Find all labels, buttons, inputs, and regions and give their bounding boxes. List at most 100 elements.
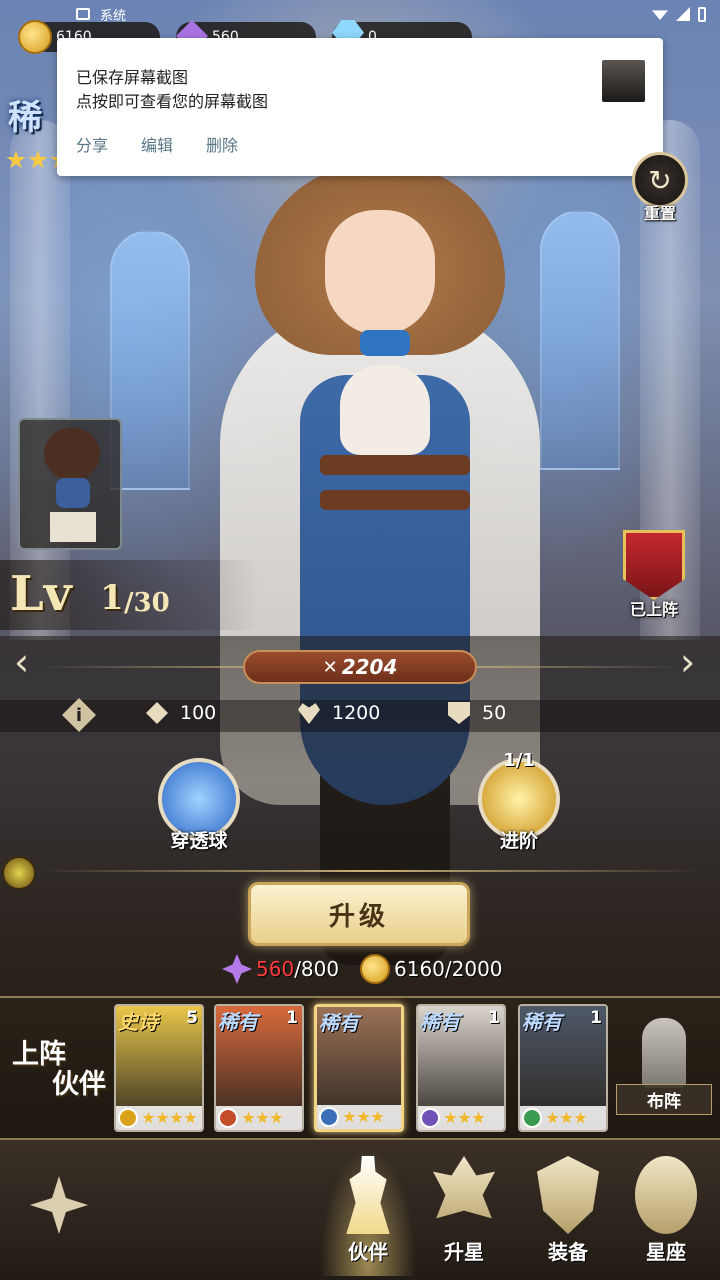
prev-partner-arrow-icon[interactable]: ‹ (14, 642, 29, 682)
character-belt (320, 490, 470, 510)
card-count: 1 (488, 1008, 500, 1028)
equipment-icon (537, 1156, 599, 1234)
partner-card[interactable]: 稀有 (314, 1004, 404, 1132)
card-stars (343, 1110, 384, 1124)
team-label: 上阵 伙伴 (12, 1040, 106, 1100)
card-footer (317, 1105, 401, 1129)
partner-card[interactable]: 稀有 1 (214, 1004, 304, 1132)
star-up-icon (433, 1156, 495, 1219)
card-rarity: 稀有 (420, 1010, 460, 1034)
upgrade-button[interactable]: 升级 (248, 882, 470, 946)
deployed-badge[interactable]: 已上阵 (606, 530, 702, 626)
chibi-portrait[interactable] (18, 418, 122, 550)
nav-item[interactable]: 升星 (416, 1148, 512, 1276)
gold-coin-icon (360, 954, 390, 984)
zodiac-icon (635, 1156, 697, 1234)
card-stars (444, 1111, 485, 1125)
partner-card[interactable]: 史诗 5 (114, 1004, 204, 1132)
star-icon (156, 1111, 169, 1124)
screenshot-notification[interactable]: 已保存屏幕截图 点按即可查看您的屏幕截图 分享 编辑 删除 (57, 38, 663, 176)
card-footer (418, 1106, 504, 1130)
attack-stat: 100 (146, 702, 216, 724)
partner-icon (346, 1156, 390, 1234)
status-bar: 系统 (0, 0, 720, 28)
notification-title: 已保存屏幕截图 (76, 68, 189, 87)
status-icons (652, 6, 706, 22)
partner-card[interactable]: 稀有 1 (518, 1004, 608, 1132)
team-label-line1: 上阵 (12, 1039, 66, 1070)
character-face (325, 210, 435, 335)
divider (40, 870, 700, 872)
star-icon (472, 1111, 485, 1124)
next-partner-arrow-icon[interactable]: › (680, 642, 695, 682)
crystal-cost: 560 /800 (222, 954, 339, 984)
partner-card[interactable]: 稀有 1 (416, 1004, 506, 1132)
card-stars (142, 1111, 197, 1125)
level-prefix: Lv (10, 566, 72, 622)
card-rarity: 史诗 (118, 1010, 158, 1034)
hp-stat: 1200 (298, 702, 380, 724)
skill-name: 穿透球 (170, 830, 228, 852)
card-footer (216, 1106, 302, 1130)
star-icon (256, 1111, 269, 1124)
star-icon (170, 1111, 183, 1124)
crossed-swords-icon: ✕ (322, 656, 338, 678)
card-count: 1 (286, 1008, 298, 1028)
shield-icon (448, 702, 470, 724)
reset-button[interactable]: ↻ 重置 (628, 152, 692, 223)
star-icon (142, 1111, 155, 1124)
pet-icon[interactable] (2, 856, 36, 890)
shield-icon (623, 530, 685, 600)
attack-value: 100 (180, 702, 217, 724)
nav-label: 星座 (646, 1240, 686, 1264)
card-stars (242, 1111, 283, 1125)
star-icon (343, 1110, 356, 1123)
stained-window (110, 230, 190, 490)
edit-button[interactable]: 编辑 (141, 132, 173, 156)
card-footer (116, 1106, 202, 1130)
star-icon (28, 150, 48, 169)
signal-icon (676, 7, 690, 21)
card-stars (546, 1111, 587, 1125)
status-app-label: 系统 (100, 8, 127, 24)
element-icon (319, 1107, 339, 1127)
card-rarity: 稀有 (522, 1010, 562, 1034)
nav-item[interactable]: 装备 (520, 1148, 616, 1276)
formation-label: 布阵 (616, 1084, 712, 1115)
delete-button[interactable]: 删除 (206, 132, 238, 156)
formation-button[interactable]: 布阵 (616, 1018, 712, 1118)
element-icon (522, 1108, 542, 1128)
element-icon (420, 1108, 440, 1128)
character-blouse (340, 365, 430, 455)
skill-pierce-ball[interactable]: 穿透球 (144, 758, 254, 853)
skill-advance[interactable]: 进阶 1/1 (464, 750, 574, 853)
heart-icon (298, 703, 320, 724)
screenshot-thumbnail[interactable] (602, 60, 645, 102)
nav-label: 装备 (548, 1240, 588, 1264)
element-icon (118, 1108, 138, 1128)
hp-value: 1200 (332, 702, 381, 724)
share-button[interactable]: 分享 (76, 132, 108, 156)
star-icon (270, 1111, 283, 1124)
gold-cost-value: 6160/2000 (394, 957, 503, 981)
level-max: /30 (124, 588, 170, 618)
nav-item[interactable]: 星座 (618, 1148, 714, 1276)
star-icon (242, 1111, 255, 1124)
star-icon (458, 1111, 471, 1124)
attack-icon (146, 702, 168, 724)
card-rarity: 稀有 (218, 1010, 258, 1034)
star-icon (357, 1110, 370, 1123)
level-display: Lv 1 /30 (0, 560, 260, 630)
power-value: 2204 (341, 655, 398, 679)
team-label-line2: 伙伴 (52, 1069, 106, 1100)
crystal-have: 560 (256, 957, 295, 981)
gold-cost: 6160/2000 (360, 954, 503, 984)
nav-label: 升星 (444, 1240, 484, 1264)
crystal-need: /800 (294, 957, 340, 981)
nav-item[interactable]: 伙伴 (320, 1148, 416, 1276)
level-current: 1 (100, 578, 124, 618)
power-rating: ✕ 2204 (243, 650, 477, 684)
card-count: 5 (186, 1008, 198, 1028)
character-bow (360, 330, 410, 356)
crystal-icon (222, 954, 252, 984)
